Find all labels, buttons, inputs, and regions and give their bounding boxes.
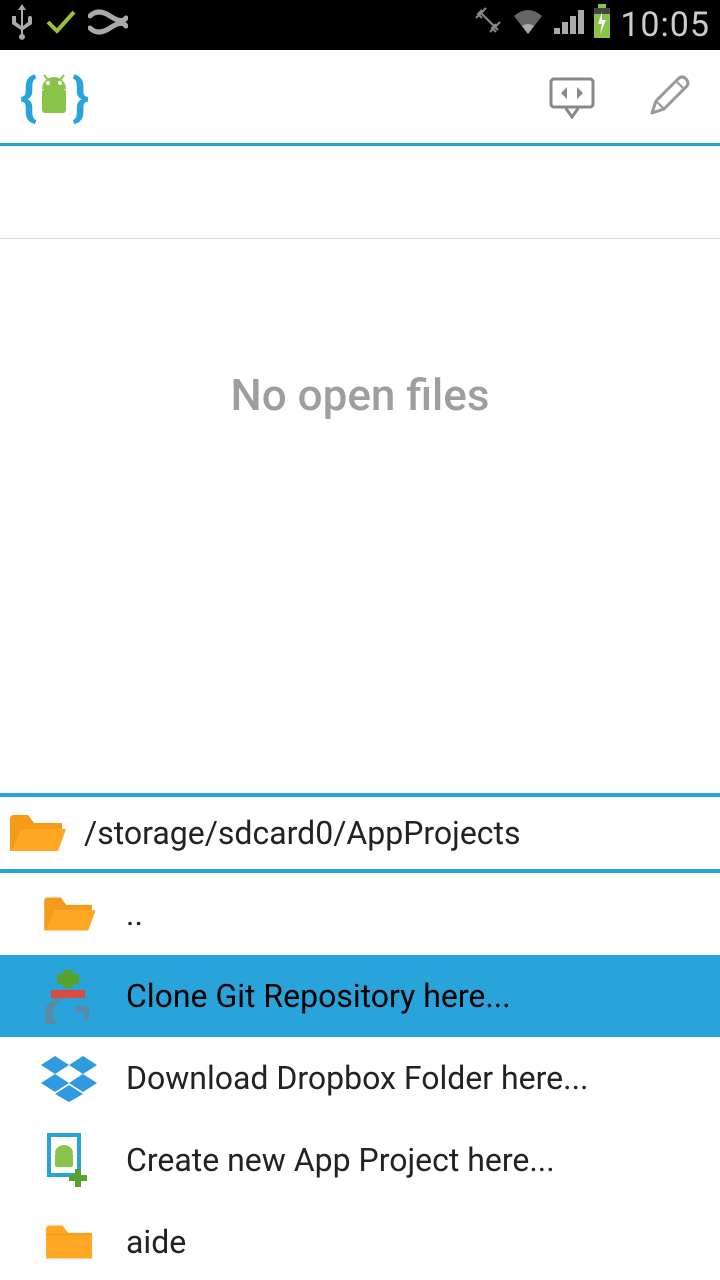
file-item-label: Create new App Project here... xyxy=(126,1141,555,1179)
sync-icon xyxy=(88,6,128,44)
check-icon xyxy=(44,4,78,46)
download-dropbox-item[interactable]: Download Dropbox Folder here... xyxy=(0,1037,720,1119)
path-bar[interactable]: /storage/sdcard0/AppProjects xyxy=(0,793,720,873)
editor-tabs-bar xyxy=(0,147,720,239)
git-clone-icon xyxy=(40,967,98,1025)
new-project-item[interactable]: Create new App Project here... xyxy=(0,1119,720,1201)
new-project-icon xyxy=(40,1131,98,1189)
vibrate-icon xyxy=(474,6,504,44)
svg-text:{: { xyxy=(20,67,37,127)
usb-icon xyxy=(10,2,34,48)
file-item-label: Clone Git Repository here... xyxy=(126,977,511,1015)
status-time: 10:05 xyxy=(620,5,710,45)
folder-open-icon xyxy=(40,885,98,943)
file-list[interactable]: .. Clone Git Repository here... Download… xyxy=(0,873,720,1280)
clone-git-item[interactable]: Clone Git Repository here... xyxy=(0,955,720,1037)
wifi-icon xyxy=(512,6,544,44)
file-item-label: Download Dropbox Folder here... xyxy=(126,1059,588,1097)
no-files-message: No open files xyxy=(231,369,490,421)
file-item-label: aide xyxy=(126,1223,186,1261)
battery-icon xyxy=(592,4,612,46)
view-button[interactable] xyxy=(538,63,606,131)
parent-directory-item[interactable]: .. xyxy=(0,873,720,955)
app-logo-icon[interactable]: { } xyxy=(18,67,90,127)
status-left-icons xyxy=(10,2,128,48)
signal-icon xyxy=(552,6,584,44)
svg-text:}: } xyxy=(72,67,89,127)
file-item-label: .. xyxy=(126,895,143,933)
android-status-bar: 10:05 xyxy=(0,0,720,50)
status-right-icons: 10:05 xyxy=(474,4,710,46)
folder-item-aide[interactable]: aide xyxy=(0,1201,720,1280)
edit-button[interactable] xyxy=(634,63,702,131)
folder-icon xyxy=(40,1213,98,1271)
dropbox-icon xyxy=(40,1049,98,1107)
folder-open-icon xyxy=(8,804,66,862)
editor-area: No open files xyxy=(0,146,720,793)
app-bar: { } xyxy=(0,50,720,146)
current-path: /storage/sdcard0/AppProjects xyxy=(84,814,521,852)
